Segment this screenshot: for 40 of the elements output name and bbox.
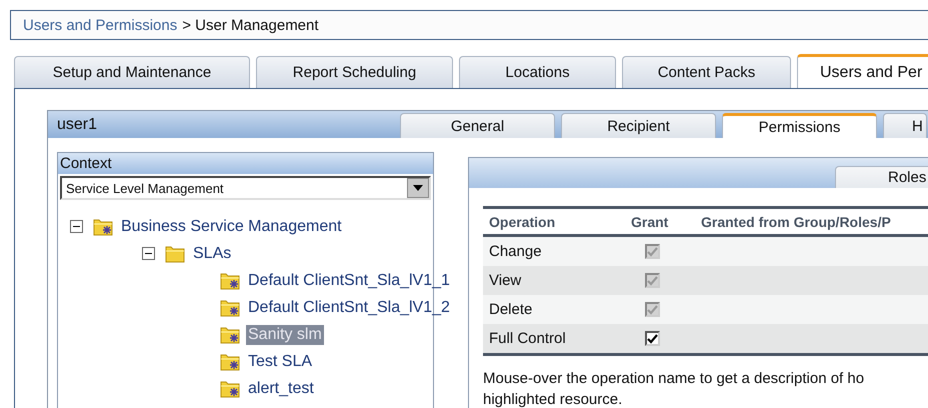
operation-name: Full Control bbox=[488, 330, 567, 347]
breadcrumb-link[interactable]: Users and Permissions bbox=[23, 16, 178, 34]
operation-name: Delete bbox=[488, 301, 534, 318]
user-title: user1 bbox=[56, 116, 98, 134]
checkbox[interactable] bbox=[645, 331, 660, 346]
column-header: Grant bbox=[630, 214, 670, 230]
folder-icon bbox=[165, 244, 185, 263]
tree-item[interactable]: alert_test bbox=[246, 378, 316, 398]
tab[interactable]: General bbox=[400, 113, 555, 138]
context-header: Context bbox=[58, 153, 433, 174]
tab[interactable]: Users and Per bbox=[797, 54, 928, 88]
tree-item[interactable]: SLAs bbox=[191, 244, 234, 264]
column-header: Operation bbox=[488, 214, 556, 230]
folder-star-icon bbox=[220, 379, 240, 398]
breadcrumb-current: > User Management bbox=[182, 16, 319, 34]
column-header: Granted from Group/Roles/P bbox=[700, 214, 891, 230]
context-dropdown[interactable]: Service Level Management bbox=[60, 176, 431, 200]
operation-name: Change bbox=[488, 243, 543, 260]
tab[interactable]: Content Packs bbox=[622, 56, 791, 88]
tab[interactable]: Locations bbox=[459, 56, 616, 88]
folder-star-icon bbox=[220, 298, 240, 317]
tree-item[interactable]: Business Service Management bbox=[119, 216, 344, 236]
tab[interactable]: Recipient bbox=[561, 113, 716, 138]
tab[interactable]: H bbox=[883, 113, 927, 138]
folder-star-icon bbox=[93, 217, 113, 236]
tab[interactable]: Permissions bbox=[722, 113, 877, 138]
description-text: Mouse-over the operation name to get a description of ho bbox=[483, 370, 866, 387]
tree-item[interactable]: Default ClientSnt_Sla_lV1_1 bbox=[246, 270, 452, 290]
collapse-icon[interactable] bbox=[142, 247, 155, 260]
tab[interactable]: Roles bbox=[835, 166, 928, 188]
collapse-icon[interactable] bbox=[70, 220, 83, 233]
tree-item[interactable]: Test SLA bbox=[246, 352, 314, 372]
tree-item[interactable]: Default ClientSnt_Sla_lV1_2 bbox=[246, 298, 452, 318]
tab[interactable]: Report Scheduling bbox=[256, 56, 453, 88]
description-text: highlighted resource. bbox=[483, 391, 624, 408]
folder-star-icon bbox=[220, 352, 240, 371]
operation-name: View bbox=[488, 272, 522, 289]
folder-star-icon bbox=[220, 271, 240, 290]
folder-star-icon bbox=[220, 325, 240, 344]
tab[interactable]: Setup and Maintenance bbox=[14, 56, 250, 88]
